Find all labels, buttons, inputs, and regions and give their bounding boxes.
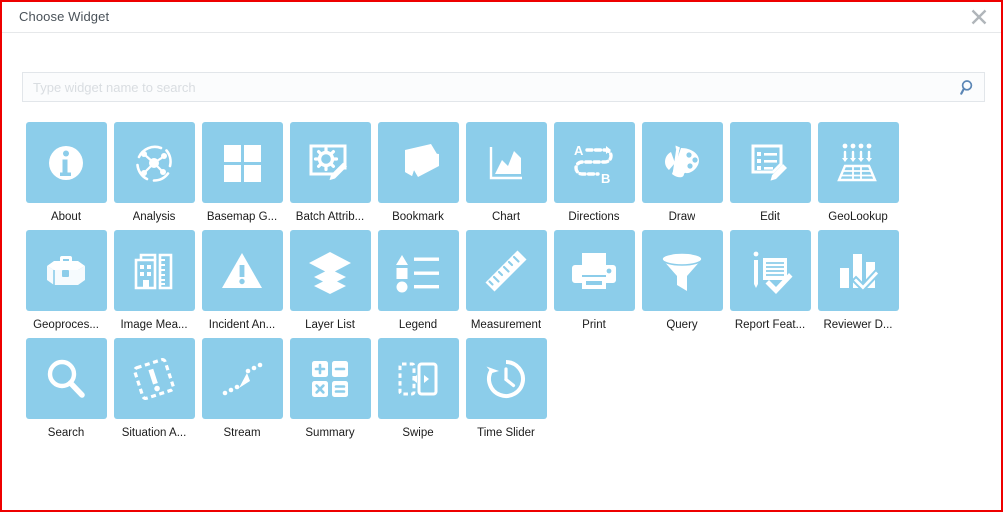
svg-text:B: B (601, 171, 610, 186)
widget-label: Legend (398, 319, 438, 331)
query-funnel-icon[interactable] (641, 230, 723, 311)
summary-calculator-icon[interactable] (289, 338, 371, 419)
widget-item-draw[interactable]: Draw (638, 122, 726, 224)
widget-label: Search (47, 427, 85, 439)
edit-list-pencil-icon[interactable] (729, 122, 811, 203)
widget-label: Summary (305, 427, 355, 439)
image-measurement-building-ruler-icon[interactable] (113, 230, 195, 311)
dialog-header: Choose Widget (2, 2, 1001, 33)
widget-label: Layer List (305, 319, 355, 331)
widget-item-stream[interactable]: Stream (198, 338, 286, 440)
geolookup-arrows-table-icon[interactable] (817, 122, 899, 203)
search-icon[interactable] (959, 78, 977, 96)
widget-item-analysis[interactable]: Analysis (110, 122, 198, 224)
layer-stack-icon[interactable] (289, 230, 371, 311)
widget-label: Time Slider (477, 427, 535, 439)
widget-label: Batch Attrib... (295, 211, 365, 223)
widget-item-edit[interactable]: Edit (726, 122, 814, 224)
widget-label: Bookmark (392, 211, 444, 223)
widget-label: Geoproces... (33, 319, 99, 331)
widget-label: Situation A... (121, 427, 187, 439)
swipe-panel-arrows-icon[interactable] (377, 338, 459, 419)
widget-item-batch-attrib[interactable]: Batch Attrib... (286, 122, 374, 224)
widget-item-report-feat[interactable]: Report Feat... (726, 230, 814, 332)
widget-item-geoproces[interactable]: Geoproces... (22, 230, 110, 332)
widget-label: Basemap G... (206, 211, 278, 223)
page-title: Choose Widget (19, 9, 110, 24)
widget-item-summary[interactable]: Summary (286, 338, 374, 440)
geoprocessing-toolbox-icon[interactable] (25, 230, 107, 311)
reviewer-barchart-check-icon[interactable] (817, 230, 899, 311)
widget-item-basemap-g[interactable]: Basemap G... (198, 122, 286, 224)
widget-item-time-slider[interactable]: Time Slider (462, 338, 550, 440)
print-printer-icon[interactable] (553, 230, 635, 311)
widget-item-reviewer-d[interactable]: Reviewer D... (814, 230, 902, 332)
widget-label: Query (666, 319, 698, 331)
search-row (22, 72, 985, 102)
batch-attribute-gear-pencil-icon[interactable] (289, 122, 371, 203)
analysis-network-icon[interactable] (113, 122, 195, 203)
widget-label: Swipe (402, 427, 434, 439)
widget-item-geolookup[interactable]: GeoLookup (814, 122, 902, 224)
widget-item-situation-a[interactable]: Situation A... (110, 338, 198, 440)
widget-item-search[interactable]: Search (22, 338, 110, 440)
widget-label: Image Mea... (120, 319, 188, 331)
bookmark-book-icon[interactable] (377, 122, 459, 203)
widget-label: Measurement (470, 319, 542, 331)
report-document-pen-check-icon[interactable] (729, 230, 811, 311)
widget-item-directions[interactable]: A B Directions (550, 122, 638, 224)
widget-label: Report Feat... (734, 319, 806, 331)
widget-label: Directions (568, 211, 620, 223)
widget-item-chart[interactable]: Chart (462, 122, 550, 224)
measurement-ruler-icon[interactable] (465, 230, 547, 311)
basemap-grid-icon[interactable] (201, 122, 283, 203)
widget-item-bookmark[interactable]: Bookmark (374, 122, 462, 224)
directions-a-to-b-icon[interactable]: AB (553, 122, 635, 203)
widget-label: Analysis (132, 211, 176, 223)
widget-label: GeoLookup (828, 211, 888, 223)
widget-label: Chart (491, 211, 521, 223)
widget-item-legend[interactable]: Legend (374, 230, 462, 332)
chart-area-icon[interactable] (465, 122, 547, 203)
legend-symbols-icon[interactable] (377, 230, 459, 311)
close-icon[interactable] (966, 4, 992, 30)
widget-label: About (50, 211, 82, 223)
search-input[interactable] (22, 72, 985, 102)
info-icon[interactable] (25, 122, 107, 203)
widget-label: Reviewer D... (823, 319, 893, 331)
widget-item-layer-list[interactable]: Layer List (286, 230, 374, 332)
svg-text:A: A (574, 143, 584, 158)
widget-item-incident-an[interactable]: Incident An... (198, 230, 286, 332)
incident-warning-triangle-icon[interactable] (201, 230, 283, 311)
widget-item-query[interactable]: Query (638, 230, 726, 332)
widget-item-image-mea[interactable]: Image Mea... (110, 230, 198, 332)
widget-item-swipe[interactable]: Swipe (374, 338, 462, 440)
widget-label: Print (582, 319, 606, 331)
widget-label: Incident An... (208, 319, 276, 331)
widget-item-measurement[interactable]: Measurement (462, 230, 550, 332)
widget-item-about[interactable]: About (22, 122, 110, 224)
widget-item-print[interactable]: Print (550, 230, 638, 332)
choose-widget-dialog: Choose Widget About Analysis Basemap G... B… (0, 0, 1003, 512)
stream-dotted-arrow-icon[interactable] (201, 338, 283, 419)
search-magnifier-icon[interactable] (25, 338, 107, 419)
widget-label: Edit (760, 211, 780, 223)
situation-awareness-dashed-alert-icon[interactable] (113, 338, 195, 419)
widget-grid: About Analysis Basemap G... Batch Attrib...… (22, 122, 985, 446)
draw-palette-icon[interactable] (641, 122, 723, 203)
widget-label: Stream (223, 427, 261, 439)
time-slider-clock-icon[interactable] (465, 338, 547, 419)
widget-label: Draw (668, 211, 696, 223)
